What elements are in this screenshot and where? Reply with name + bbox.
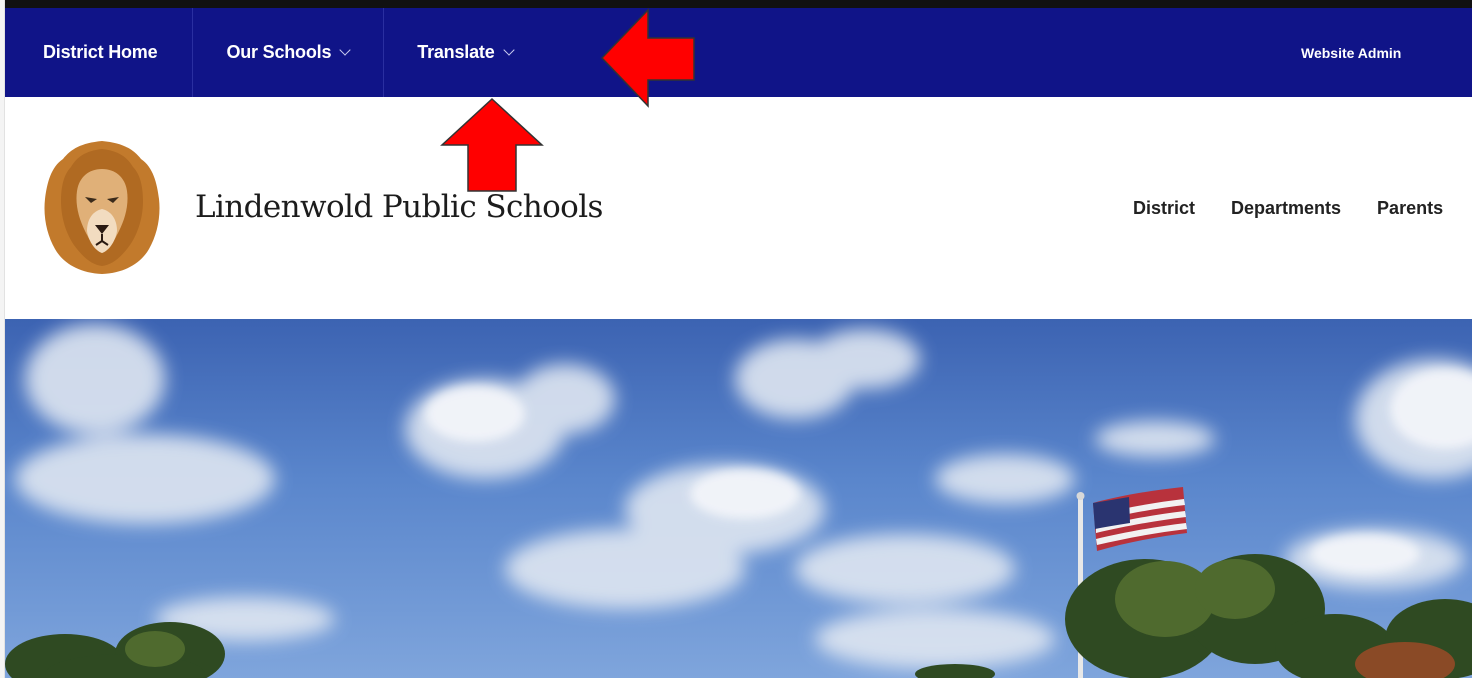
website-admin-label: Website Admin — [1301, 44, 1402, 61]
chevron-down-icon — [339, 44, 351, 56]
lion-icon[interactable] — [41, 139, 163, 275]
arrow-up-annotation — [440, 97, 544, 192]
nav-departments[interactable]: Departments — [1231, 198, 1341, 219]
nav-district[interactable]: District — [1133, 198, 1195, 219]
nav-translate[interactable]: Translate — [384, 8, 515, 97]
chevron-down-icon — [502, 44, 515, 56]
main-nav: District Departments Parents — [1133, 198, 1472, 219]
top-nav-bar: District Home Our Schools Translate Webs… — [5, 8, 1472, 97]
window-top-border — [0, 0, 1472, 8]
nav-parents[interactable]: Parents — [1377, 198, 1443, 219]
arrow-left-annotation — [600, 8, 695, 108]
site-header: Lindenwold Public Schools District Depar… — [5, 97, 1472, 319]
website-admin-link[interactable]: Website Admin — [1301, 8, 1401, 97]
hero-image — [5, 319, 1472, 678]
nav-district-home-label: District Home — [43, 42, 158, 62]
nav-translate-label: Translate — [417, 42, 495, 62]
nav-district-home[interactable]: District Home — [5, 8, 194, 97]
school-name[interactable]: Lindenwold Public Schools — [195, 189, 603, 225]
flagpole-sky-photo — [5, 324, 1472, 678]
nav-our-schools-label: Our Schools — [226, 42, 332, 62]
nav-our-schools[interactable]: Our Schools — [193, 8, 385, 97]
